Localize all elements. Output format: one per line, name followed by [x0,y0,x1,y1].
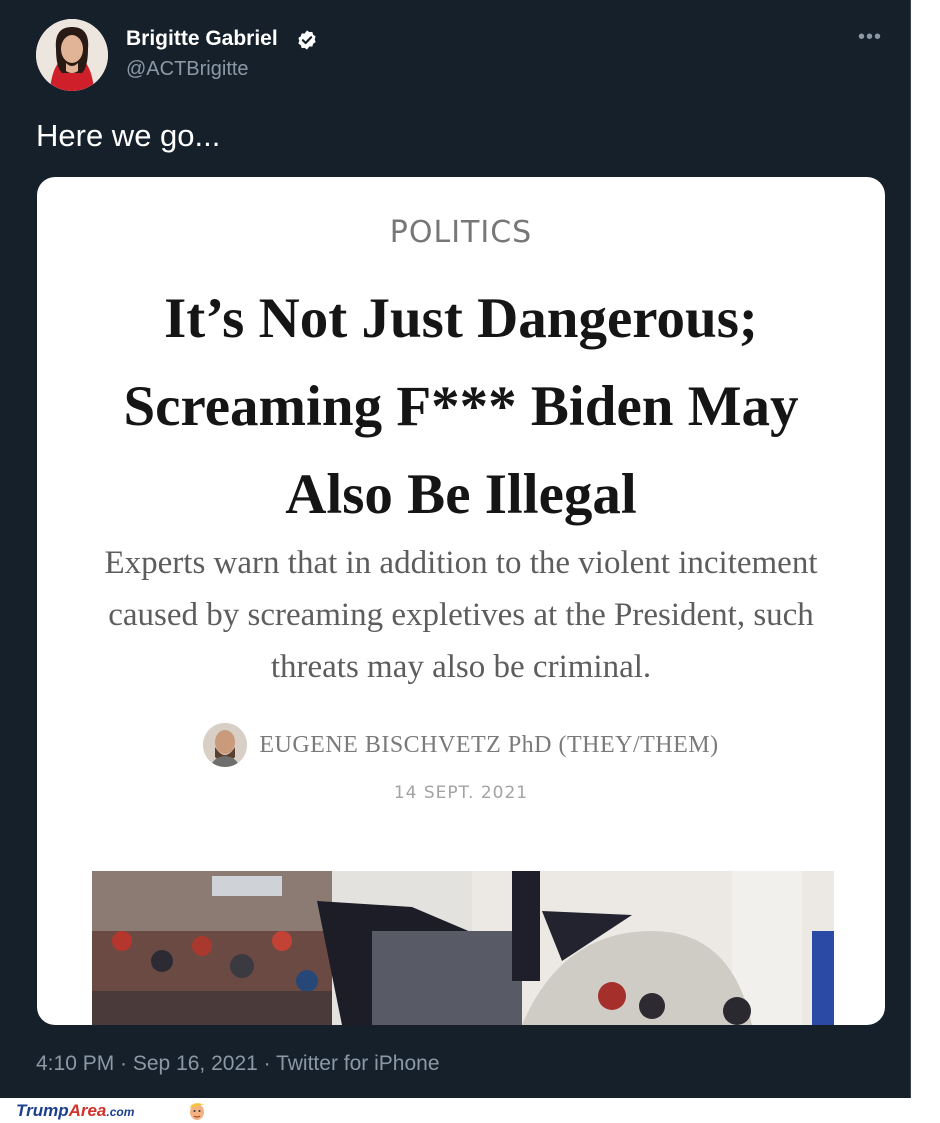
watermark-suffix: .com [106,1105,135,1119]
article-dek: Experts warn that in addition to the vio… [104,545,818,685]
tweet-text: Here we go... [36,118,221,153]
watermark-brand-part1: Trump [16,1101,69,1120]
byline: EUGENE BISCHVETZ PhD (THEY/THEM) [37,723,885,772]
trump-face-logo-icon [189,1103,205,1120]
display-name[interactable]: Brigitte Gabriel [126,27,278,51]
user-handle[interactable]: @ACTBrigitte [126,58,249,81]
author-name: EUGENE BISCHVETZ PhD (THEY/THEM) [259,731,719,758]
capitol-crowd-image [92,871,834,1025]
watermark-bar: TrumpArea.com [0,1098,940,1123]
article-photo [92,871,834,1025]
watermark-brand-part2: Area [68,1101,107,1120]
verified-badge-icon [298,30,316,50]
article-headline: It’s Not Just Dangerous; Screaming F*** … [123,287,799,526]
avatar-image [36,19,108,91]
tweet-container: Brigitte Gabriel @ACTBrigitte ••• Here w… [0,0,911,1098]
tweet-timestamp[interactable]: 4:10 PM · Sep 16, 2021 · Twitter for iPh… [36,1052,440,1076]
article-section: POLITICS [389,215,533,250]
profile-avatar[interactable] [36,19,108,91]
media-card[interactable]: POLITICS It’s Not Just Dangerous; Scream… [37,177,885,1025]
publish-date: 14 SEPT. 2021 [393,783,529,803]
author-avatar-image [203,723,248,767]
author-avatar [203,723,248,767]
watermark-text: TrumpArea.com [16,1101,134,1121]
more-options-icon[interactable]: ••• [858,27,882,47]
